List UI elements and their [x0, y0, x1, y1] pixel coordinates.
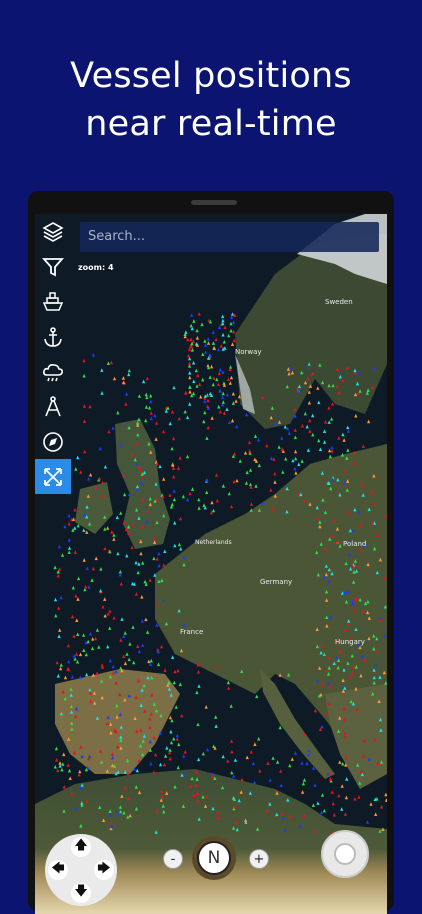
navigation-button[interactable]	[35, 424, 71, 459]
zoom-out-button[interactable]: -	[163, 849, 183, 869]
filter-icon	[42, 257, 64, 276]
pan-up-button[interactable]: 🡅	[71, 837, 91, 857]
map-label-poland: Poland	[343, 540, 366, 548]
map-label-norway: Norway	[235, 348, 262, 356]
search-input[interactable]: Search...	[80, 222, 379, 252]
layers-icon	[42, 221, 64, 242]
layers-button[interactable]	[35, 214, 71, 249]
compass-north-label: N	[197, 841, 231, 875]
headline-line-1: Vessel positions	[70, 56, 352, 96]
locate-icon	[334, 843, 356, 865]
app-screen: Sweden Norway Poland Germany France Hung…	[35, 214, 387, 914]
ship-icon	[42, 291, 64, 311]
pan-control: 🡅 🡇 🡄 🡆	[45, 834, 117, 906]
weather-icon	[43, 363, 63, 381]
fullscreen-button[interactable]	[35, 459, 71, 494]
map-toolbar	[35, 214, 71, 494]
headline: Vessel positions near real-time	[0, 52, 422, 148]
phone-speaker	[191, 200, 237, 205]
zoom-in-button[interactable]: +	[249, 849, 269, 869]
map-label-hungary: Hungary	[335, 638, 365, 646]
anchor-icon	[44, 326, 62, 347]
pan-down-button[interactable]: 🡇	[71, 883, 91, 903]
locate-button[interactable]	[321, 830, 369, 878]
map-label-germany: Germany	[260, 578, 292, 586]
map-label-netherlands: Netherlands	[195, 539, 232, 546]
vessels-button[interactable]	[35, 284, 71, 319]
pan-right-button[interactable]: 🡆	[94, 860, 114, 880]
phone-frame: Sweden Norway Poland Germany France Hung…	[28, 191, 394, 914]
headline-line-2: near real-time	[85, 104, 337, 144]
measure-icon	[45, 395, 61, 416]
weather-button[interactable]	[35, 354, 71, 389]
navigation-icon	[43, 431, 63, 452]
ports-button[interactable]	[35, 319, 71, 354]
measure-button[interactable]	[35, 389, 71, 424]
map-label-sweden: Sweden	[325, 298, 353, 306]
fullscreen-icon	[44, 467, 62, 486]
filter-button[interactable]	[35, 249, 71, 284]
zoom-level-label: zoom: 4	[78, 263, 114, 272]
map-label-france: France	[180, 628, 203, 636]
pan-left-button[interactable]: 🡄	[48, 860, 68, 880]
compass-button[interactable]: N	[192, 836, 236, 880]
vessel-map[interactable]: Sweden Norway Poland Germany France Hung…	[35, 214, 387, 914]
